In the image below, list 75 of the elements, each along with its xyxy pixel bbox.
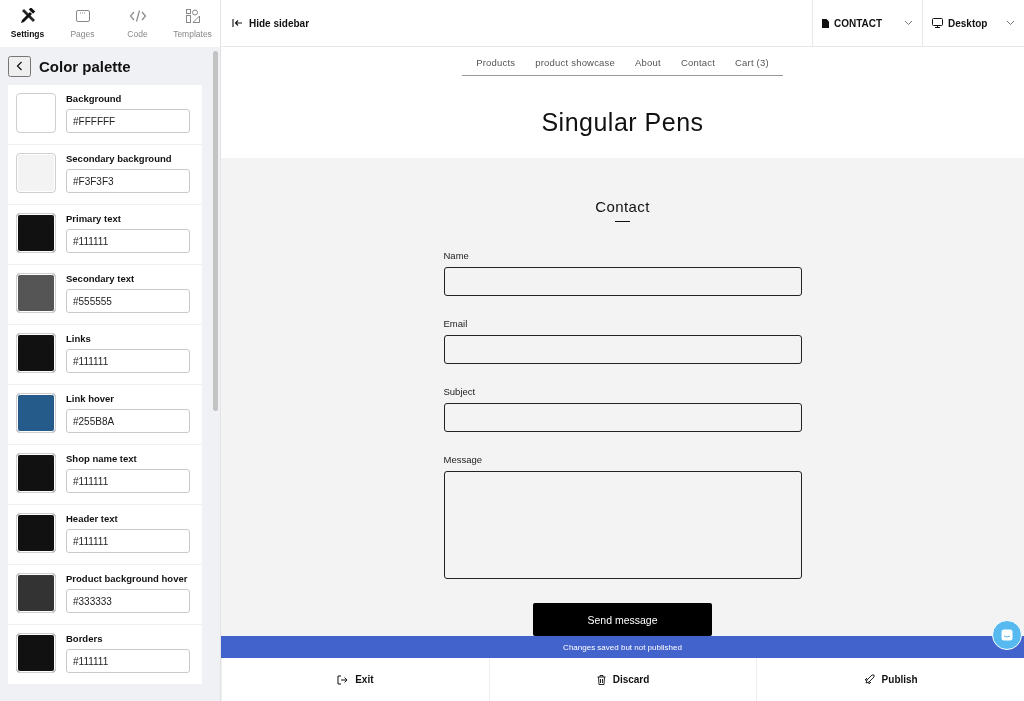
field-label: Name — [443, 250, 470, 261]
document-icon — [822, 18, 829, 28]
sidebar-tab[interactable]: Templates — [165, 0, 220, 47]
footer-action-button[interactable]: Discard — [488, 658, 757, 701]
field-label: Email — [443, 318, 469, 329]
color-swatch[interactable] — [16, 213, 56, 253]
device-dropdown[interactable]: Desktop — [922, 0, 1024, 46]
hide-sidebar-button[interactable]: Hide sidebar — [221, 0, 812, 46]
color-label: Links — [66, 333, 92, 344]
tools-icon — [19, 8, 36, 24]
color-label: Secondary text — [66, 273, 136, 284]
color-input[interactable]: #111111 — [66, 529, 190, 553]
color-label: Primary text — [66, 213, 122, 224]
field-label: Subject — [443, 386, 477, 397]
sidebar-tab[interactable]: Settings — [0, 0, 55, 47]
nav-link[interactable]: Products — [466, 57, 526, 68]
collapse-arrow-icon — [232, 18, 243, 28]
color-swatch[interactable] — [16, 153, 56, 193]
color-label: Secondary background — [66, 153, 173, 164]
color-swatch[interactable] — [16, 273, 56, 313]
color-input[interactable]: #555555 — [66, 289, 190, 313]
color-label: Shop name text — [66, 453, 138, 464]
color-input[interactable]: #FFFFFF — [66, 109, 190, 133]
color-label: Background — [66, 93, 123, 104]
monitor-icon — [932, 18, 943, 28]
caret-icon — [1006, 20, 1015, 26]
color-input[interactable]: #F3F3F3 — [66, 169, 190, 193]
color-label: Borders — [66, 633, 104, 644]
section-heading: Contact — [595, 197, 650, 215]
message-field[interactable] — [443, 471, 802, 579]
color-swatch[interactable] — [16, 333, 56, 373]
color-swatch[interactable] — [16, 93, 56, 133]
send-button[interactable]: Send message — [533, 603, 712, 636]
color-label: Header text — [66, 513, 119, 524]
caret-icon — [904, 20, 913, 26]
page-dropdown[interactable]: CONTACT — [812, 0, 922, 46]
color-label: Link hover — [66, 393, 116, 404]
input-field[interactable] — [443, 403, 802, 432]
rocket-icon — [863, 674, 875, 685]
color-input[interactable]: #333333 — [66, 589, 190, 613]
field-label: Message — [443, 454, 484, 465]
nav-link[interactable]: product showcase — [525, 57, 626, 68]
input-field[interactable] — [443, 335, 802, 364]
color-swatch[interactable] — [16, 513, 56, 553]
chat-icon — [1001, 629, 1013, 641]
footer-action-button[interactable]: Publish — [756, 658, 1024, 701]
nav-link[interactable]: Contact — [670, 57, 725, 68]
color-input[interactable]: #111111 — [66, 229, 190, 253]
back-button[interactable] — [8, 55, 31, 77]
color-input[interactable]: #111111 — [66, 649, 190, 673]
window-icon — [74, 8, 91, 24]
trash-icon — [596, 674, 606, 685]
color-input[interactable]: #255B8A — [66, 409, 190, 433]
color-input[interactable]: #111111 — [66, 469, 190, 493]
shop-name: Singular Pens — [541, 108, 704, 137]
color-swatch[interactable] — [16, 453, 56, 493]
nav-link[interactable]: Cart (3) — [725, 57, 779, 68]
nav-link[interactable]: About — [625, 57, 671, 68]
sidebar-tab[interactable]: Code — [110, 0, 165, 47]
input-field[interactable] — [443, 267, 802, 296]
chat-button[interactable] — [992, 620, 1022, 650]
status-bar: Changes saved but not published — [221, 636, 1024, 658]
color-label: Product background hover — [66, 573, 189, 584]
exit-icon — [337, 674, 349, 685]
color-swatch[interactable] — [16, 393, 56, 433]
sidebar-tab[interactable]: Pages — [55, 0, 110, 47]
shapes-icon — [184, 8, 201, 24]
chevron-left-icon — [16, 60, 23, 71]
panel-title: Color palette — [39, 57, 131, 75]
color-swatch[interactable] — [16, 573, 56, 613]
scrollbar-thumb[interactable] — [212, 51, 218, 411]
color-swatch[interactable] — [16, 633, 56, 673]
code-icon — [128, 8, 147, 24]
color-input[interactable]: #111111 — [66, 349, 190, 373]
footer-action-button[interactable]: Exit — [221, 658, 489, 701]
